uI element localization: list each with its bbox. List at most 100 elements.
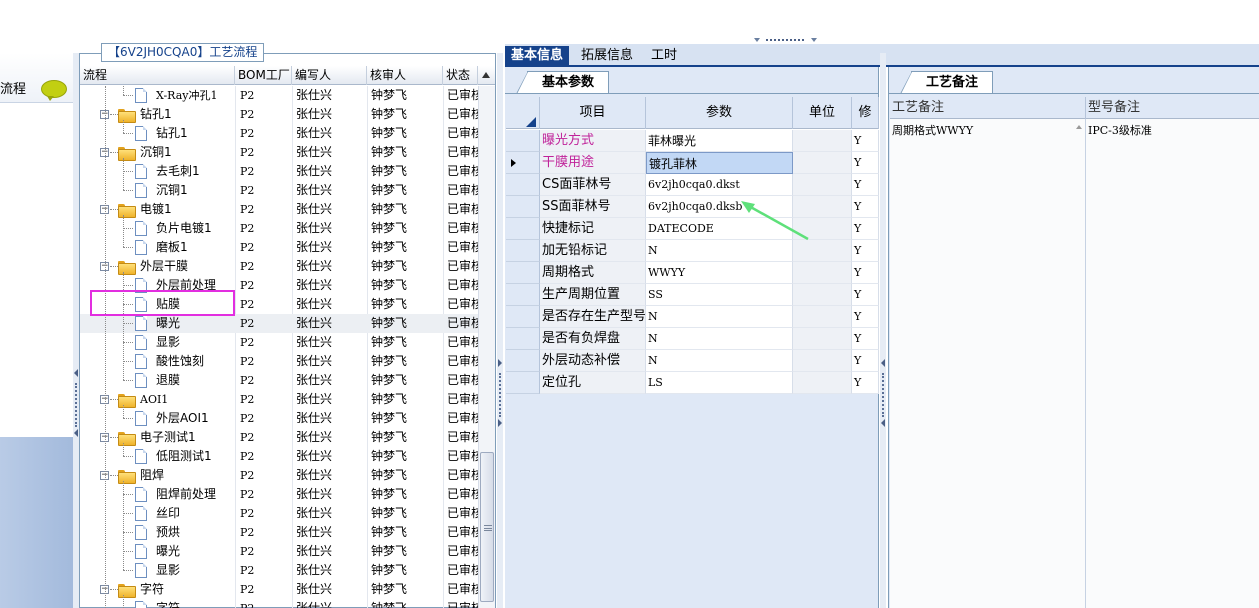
param-value-cell[interactable]: LS bbox=[646, 372, 793, 394]
tree-node[interactable]: − 沉铜1 bbox=[80, 143, 236, 162]
param-modify-flag[interactable]: Y bbox=[852, 262, 879, 284]
tree-node[interactable]: − AOI1 bbox=[80, 390, 236, 409]
tree-row[interactable]: 预烘 P2 张仕兴 钟梦飞 已审核 bbox=[80, 523, 478, 542]
param-row[interactable]: 周期格式 WWYY Y bbox=[506, 262, 879, 284]
col-header-flow[interactable]: 流程 bbox=[80, 66, 235, 85]
tree-node[interactable]: 曝光 bbox=[80, 314, 236, 333]
tree-node[interactable]: − 阻焊 bbox=[80, 466, 236, 485]
tree-row[interactable]: 丝印 P2 张仕兴 钟梦飞 已审核 bbox=[80, 504, 478, 523]
param-row[interactable]: 干膜用途 镀孔菲林 Y bbox=[506, 152, 879, 174]
param-unit-cell[interactable] bbox=[793, 130, 852, 152]
param-modify-flag[interactable]: Y bbox=[852, 152, 879, 174]
tree-row[interactable]: 曝光 P2 张仕兴 钟梦飞 已审核 bbox=[80, 542, 478, 561]
tree-node[interactable]: X-Ray冲孔1 bbox=[80, 86, 236, 105]
param-row[interactable]: 曝光方式 菲林曝光 Y bbox=[506, 130, 879, 152]
tab-extended-info[interactable]: 拓展信息 bbox=[575, 46, 639, 67]
process-remark-field[interactable]: 周期格式WWYY bbox=[890, 119, 1086, 608]
param-unit-cell[interactable] bbox=[793, 350, 852, 372]
row-indicator[interactable] bbox=[506, 130, 540, 152]
tree-node[interactable]: 去毛刺1 bbox=[80, 162, 236, 181]
row-indicator[interactable] bbox=[506, 328, 540, 350]
param-modify-flag[interactable]: Y bbox=[852, 196, 879, 218]
param-row[interactable]: CS面菲林号 6v2jh0cqa0.dkst Y bbox=[506, 174, 879, 196]
row-indicator[interactable] bbox=[506, 372, 540, 394]
row-indicator[interactable] bbox=[506, 196, 540, 218]
tree-node[interactable]: 外层AOI1 bbox=[80, 409, 236, 428]
param-modify-flag[interactable]: Y bbox=[852, 284, 879, 306]
subtab-process-remarks[interactable]: 工艺备注 bbox=[899, 71, 994, 94]
param-unit-cell[interactable] bbox=[793, 306, 852, 328]
row-indicator[interactable] bbox=[506, 262, 540, 284]
tree-node[interactable]: 显影 bbox=[80, 561, 236, 580]
tree-row[interactable]: − 电子测试1 P2 张仕兴 钟梦飞 已审核 bbox=[80, 428, 478, 447]
row-indicator[interactable] bbox=[506, 218, 540, 240]
tree-row[interactable]: 阻焊前处理 P2 张仕兴 钟梦飞 已审核 bbox=[80, 485, 478, 504]
param-row[interactable]: 生产周期位置 SS Y bbox=[506, 284, 879, 306]
tab-work-hours[interactable]: 工时 bbox=[645, 46, 683, 67]
row-indicator[interactable] bbox=[506, 152, 540, 174]
tree-row[interactable]: X-Ray冲孔1 P2 张仕兴 钟梦飞 已审核 bbox=[80, 86, 478, 105]
tree-node[interactable]: 钻孔1 bbox=[80, 124, 236, 143]
tree-scroll-thumb[interactable] bbox=[480, 452, 494, 602]
param-unit-cell[interactable] bbox=[793, 328, 852, 350]
tree-row[interactable]: 低阻测试1 P2 张仕兴 钟梦飞 已审核 bbox=[80, 447, 478, 466]
tree-node[interactable]: 低阻测试1 bbox=[80, 447, 236, 466]
right-splitter[interactable] bbox=[880, 53, 886, 608]
tree-row[interactable]: 退膜 P2 张仕兴 钟梦飞 已审核 bbox=[80, 371, 478, 390]
param-row[interactable]: 加无铅标记 N Y bbox=[506, 240, 879, 262]
scroll-up-icon[interactable] bbox=[1076, 125, 1082, 129]
param-modify-flag[interactable]: Y bbox=[852, 306, 879, 328]
param-row[interactable]: 定位孔 LS Y bbox=[506, 372, 879, 394]
tree-node[interactable]: 沉铜1 bbox=[80, 181, 236, 200]
tree-node[interactable]: − 钻孔1 bbox=[80, 105, 236, 124]
param-value-cell[interactable]: WWYY bbox=[646, 262, 793, 284]
tree-row[interactable]: 显影 P2 张仕兴 钟梦飞 已审核 bbox=[80, 333, 478, 352]
param-modify-flag[interactable]: Y bbox=[852, 350, 879, 372]
tree-node[interactable]: 丝印 bbox=[80, 504, 236, 523]
tree-node[interactable]: − 电子测试1 bbox=[80, 428, 236, 447]
tree-node[interactable]: − 电镀1 bbox=[80, 200, 236, 219]
row-indicator[interactable] bbox=[506, 350, 540, 372]
param-unit-cell[interactable] bbox=[793, 262, 852, 284]
tree-row[interactable]: − 钻孔1 P2 张仕兴 钟梦飞 已审核 bbox=[80, 105, 478, 124]
tree-row[interactable]: 字符 P2 张仕兴 钟梦飞 已审核 bbox=[80, 599, 478, 608]
model-remark-field[interactable]: IPC-3级标准 bbox=[1086, 119, 1259, 608]
tree-row[interactable]: 磨板1 P2 张仕兴 钟梦飞 已审核 bbox=[80, 238, 478, 257]
param-unit-cell[interactable] bbox=[793, 174, 852, 196]
row-indicator[interactable] bbox=[506, 240, 540, 262]
tree-node[interactable]: 磨板1 bbox=[80, 238, 236, 257]
param-row[interactable]: 是否有负焊盘 N Y bbox=[506, 328, 879, 350]
tree-row[interactable]: 沉铜1 P2 张仕兴 钟梦飞 已审核 bbox=[80, 181, 478, 200]
param-value-cell[interactable]: 菲林曝光 bbox=[646, 130, 793, 152]
tree-node[interactable]: 预烘 bbox=[80, 523, 236, 542]
tree-row[interactable]: − 外层干膜 P2 张仕兴 钟梦飞 已审核 bbox=[80, 257, 478, 276]
param-modify-flag[interactable]: Y bbox=[852, 328, 879, 350]
param-value-cell[interactable]: SS bbox=[646, 284, 793, 306]
tree-row[interactable]: − 字符 P2 张仕兴 钟梦飞 已审核 bbox=[80, 580, 478, 599]
tree-row[interactable]: − AOI1 P2 张仕兴 钟梦飞 已审核 bbox=[80, 390, 478, 409]
scroll-up-arrow-icon[interactable] bbox=[482, 72, 490, 78]
col-header-model-remark[interactable]: 型号备注 bbox=[1086, 97, 1259, 119]
tree-row[interactable]: 曝光 P2 张仕兴 钟梦飞 已审核 bbox=[80, 314, 478, 333]
tree-node[interactable]: 曝光 bbox=[80, 542, 236, 561]
row-header-corner[interactable] bbox=[506, 97, 540, 129]
col-header-reviewer[interactable]: 核审人 bbox=[367, 66, 443, 85]
param-value-cell[interactable]: 镀孔菲林 bbox=[646, 152, 793, 174]
col-header-modify[interactable]: 修 bbox=[852, 97, 879, 129]
param-value-cell[interactable]: N bbox=[646, 328, 793, 350]
param-value-cell[interactable]: 6v2jh0cqa0.dkst bbox=[646, 174, 793, 196]
row-indicator[interactable] bbox=[506, 174, 540, 196]
param-modify-flag[interactable]: Y bbox=[852, 218, 879, 240]
tree-row[interactable]: 去毛刺1 P2 张仕兴 钟梦飞 已审核 bbox=[80, 162, 478, 181]
tree-vertical-scrollbar[interactable] bbox=[478, 86, 495, 608]
tree-row[interactable]: − 阻焊 P2 张仕兴 钟梦飞 已审核 bbox=[80, 466, 478, 485]
param-modify-flag[interactable]: Y bbox=[852, 130, 879, 152]
col-header-param[interactable]: 参数 bbox=[646, 97, 793, 129]
param-value-cell[interactable]: N bbox=[646, 306, 793, 328]
tree-row[interactable]: 显影 P2 张仕兴 钟梦飞 已审核 bbox=[80, 561, 478, 580]
col-header-unit[interactable]: 单位 bbox=[793, 97, 852, 129]
tree-row[interactable]: 钻孔1 P2 张仕兴 钟梦飞 已审核 bbox=[80, 124, 478, 143]
tree-row[interactable]: 酸性蚀刻 P2 张仕兴 钟梦飞 已审核 bbox=[80, 352, 478, 371]
col-header-bom-plant[interactable]: BOM工厂 bbox=[235, 66, 292, 85]
col-header-writer[interactable]: 编写人 bbox=[292, 66, 367, 85]
